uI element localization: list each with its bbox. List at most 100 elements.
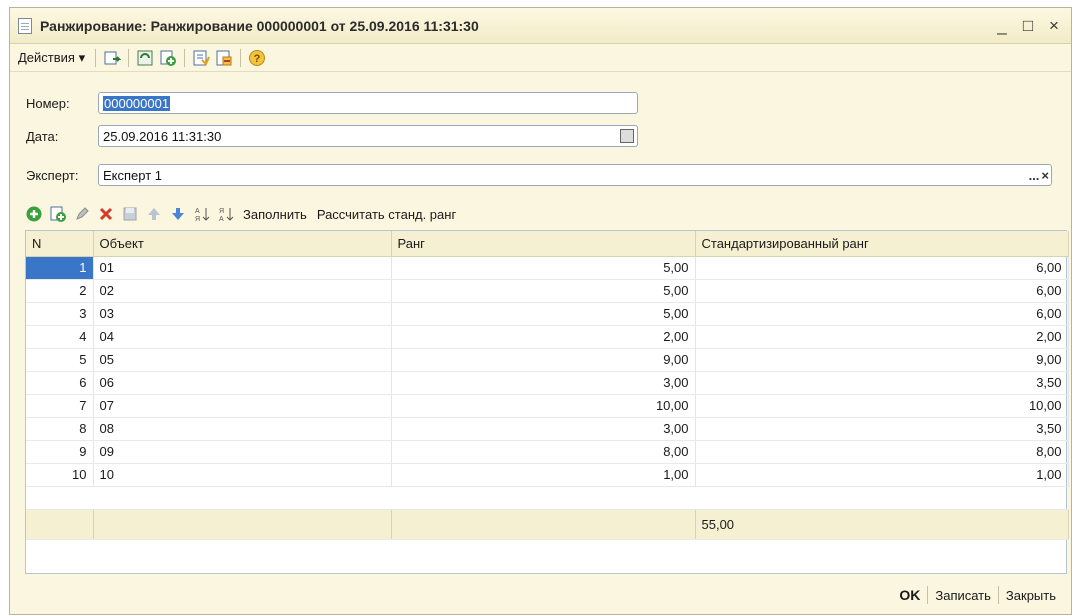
row-standard-rank[interactable]: 3,50 xyxy=(695,417,1069,441)
svg-text:Я: Я xyxy=(219,208,224,215)
refresh-icon[interactable] xyxy=(135,48,155,68)
minimize-button[interactable]: _ xyxy=(993,16,1011,36)
row-rank[interactable]: 3,00 xyxy=(391,371,696,395)
column-header-n[interactable]: N xyxy=(26,231,94,257)
post-and-close-icon[interactable] xyxy=(102,48,122,68)
expert-row: Эксперт: Експерт 1 ... × xyxy=(26,163,1052,187)
actions-menu[interactable]: Действия ▾ xyxy=(14,48,89,68)
row-number[interactable]: 5 xyxy=(26,348,94,372)
row-rank[interactable]: 10,00 xyxy=(391,394,696,418)
calendar-icon[interactable] xyxy=(620,129,634,143)
svg-text:?: ? xyxy=(254,53,261,65)
expert-clear-button[interactable]: × xyxy=(1041,168,1049,183)
new-document-icon[interactable] xyxy=(158,48,178,68)
edit-row-icon[interactable] xyxy=(72,204,92,224)
row-number[interactable]: 2 xyxy=(26,279,94,303)
row-standard-rank[interactable]: 6,00 xyxy=(695,279,1069,303)
save-button[interactable]: Записать xyxy=(928,588,998,603)
document-icon xyxy=(18,17,32,34)
row-object[interactable]: 06 xyxy=(93,371,392,395)
column-header-rank[interactable]: Ранг xyxy=(391,231,696,257)
row-object[interactable]: 04 xyxy=(93,325,392,349)
row-object[interactable]: 07 xyxy=(93,394,392,418)
row-standard-rank[interactable]: 2,00 xyxy=(695,325,1069,349)
row-rank[interactable]: 5,00 xyxy=(391,256,696,280)
table-row[interactable]: 9 09 8,00 8,00 xyxy=(26,440,1069,464)
expert-input[interactable]: Експерт 1 ... × xyxy=(98,164,1052,186)
footer-cell-rank xyxy=(391,508,696,540)
expert-select-button[interactable]: ... xyxy=(1029,168,1040,183)
row-rank[interactable]: 3,00 xyxy=(391,417,696,441)
row-standard-rank[interactable]: 6,00 xyxy=(695,256,1069,280)
sort-ascending-icon[interactable]: AЯ xyxy=(192,204,212,224)
row-rank[interactable]: 1,00 xyxy=(391,463,696,487)
table-row[interactable]: 4 04 2,00 2,00 xyxy=(26,325,1069,349)
row-rank[interactable]: 5,00 xyxy=(391,302,696,326)
add-row-icon[interactable] xyxy=(24,204,44,224)
row-number[interactable]: 4 xyxy=(26,325,94,349)
svg-text:A: A xyxy=(219,216,224,223)
fill-button[interactable]: Заполнить xyxy=(240,207,310,222)
svg-text:Я: Я xyxy=(195,216,200,223)
main-toolbar: Действия ▾ ? xyxy=(10,44,1071,72)
table-row[interactable]: 5 05 9,00 9,00 xyxy=(26,348,1069,372)
date-input[interactable]: 25.09.2016 11:31:30 xyxy=(98,125,638,147)
table-row[interactable]: 3 03 5,00 6,00 xyxy=(26,302,1069,326)
row-standard-rank[interactable]: 1,00 xyxy=(695,463,1069,487)
row-standard-rank[interactable]: 6,00 xyxy=(695,302,1069,326)
svg-text:A: A xyxy=(195,208,200,215)
number-row: Номер: 000000001 xyxy=(26,91,638,115)
row-number[interactable]: 10 xyxy=(26,463,94,487)
bottom-bar: OK Записать Закрыть xyxy=(10,576,1071,614)
row-rank[interactable]: 9,00 xyxy=(391,348,696,372)
end-edit-icon[interactable] xyxy=(120,204,140,224)
table-row[interactable]: 6 06 3,00 3,50 xyxy=(26,371,1069,395)
move-down-icon[interactable] xyxy=(168,204,188,224)
row-object[interactable]: 09 xyxy=(93,440,392,464)
move-up-icon[interactable] xyxy=(144,204,164,224)
row-object[interactable]: 03 xyxy=(93,302,392,326)
row-number[interactable]: 6 xyxy=(26,371,94,395)
row-object[interactable]: 05 xyxy=(93,348,392,372)
row-standard-rank[interactable]: 9,00 xyxy=(695,348,1069,372)
help-icon[interactable]: ? xyxy=(247,48,267,68)
ranking-table: N Объект Ранг Стандартизированный ранг 1… xyxy=(25,230,1069,574)
row-standard-rank[interactable]: 3,50 xyxy=(695,371,1069,395)
column-header-object[interactable]: Объект xyxy=(93,231,392,257)
table-row[interactable]: 8 08 3,00 3,50 xyxy=(26,417,1069,441)
row-object[interactable]: 02 xyxy=(93,279,392,303)
row-object[interactable]: 10 xyxy=(93,463,392,487)
calc-standard-rank-button[interactable]: Рассчитать станд. ранг xyxy=(314,207,459,222)
column-header-standard-rank[interactable]: Стандартизированный ранг xyxy=(695,231,1069,257)
ok-button[interactable]: OK xyxy=(892,587,927,603)
row-number[interactable]: 7 xyxy=(26,394,94,418)
close-button[interactable]: Закрыть xyxy=(999,588,1063,603)
maximize-button[interactable]: □ xyxy=(1019,16,1037,36)
document-window: Ранжирование: Ранжирование 000000001 от … xyxy=(9,7,1072,615)
delete-row-icon[interactable] xyxy=(96,204,116,224)
number-input[interactable]: 000000001 xyxy=(98,92,638,114)
row-number[interactable]: 3 xyxy=(26,302,94,326)
table-row[interactable]: 10 10 1,00 1,00 xyxy=(26,463,1069,487)
row-number[interactable]: 9 xyxy=(26,440,94,464)
movements-icon[interactable] xyxy=(214,48,234,68)
copy-row-icon[interactable] xyxy=(48,204,68,224)
table-row[interactable]: 1 01 5,00 6,00 xyxy=(26,256,1069,280)
title-bar: Ранжирование: Ранжирование 000000001 от … xyxy=(10,8,1071,44)
table-row[interactable]: 7 07 10,00 10,00 xyxy=(26,394,1069,418)
row-number[interactable]: 1 xyxy=(26,256,94,280)
row-standard-rank[interactable]: 8,00 xyxy=(695,440,1069,464)
based-on-icon[interactable] xyxy=(191,48,211,68)
sort-descending-icon[interactable]: ЯA xyxy=(216,204,236,224)
row-rank[interactable]: 5,00 xyxy=(391,279,696,303)
expert-label: Эксперт: xyxy=(26,167,79,183)
number-label: Номер: xyxy=(26,95,70,111)
close-window-button[interactable]: × xyxy=(1045,16,1063,36)
row-rank[interactable]: 2,00 xyxy=(391,325,696,349)
row-standard-rank[interactable]: 10,00 xyxy=(695,394,1069,418)
row-number[interactable]: 8 xyxy=(26,417,94,441)
row-object[interactable]: 08 xyxy=(93,417,392,441)
row-object[interactable]: 01 xyxy=(93,256,392,280)
table-row[interactable]: 2 02 5,00 6,00 xyxy=(26,279,1069,303)
row-rank[interactable]: 8,00 xyxy=(391,440,696,464)
